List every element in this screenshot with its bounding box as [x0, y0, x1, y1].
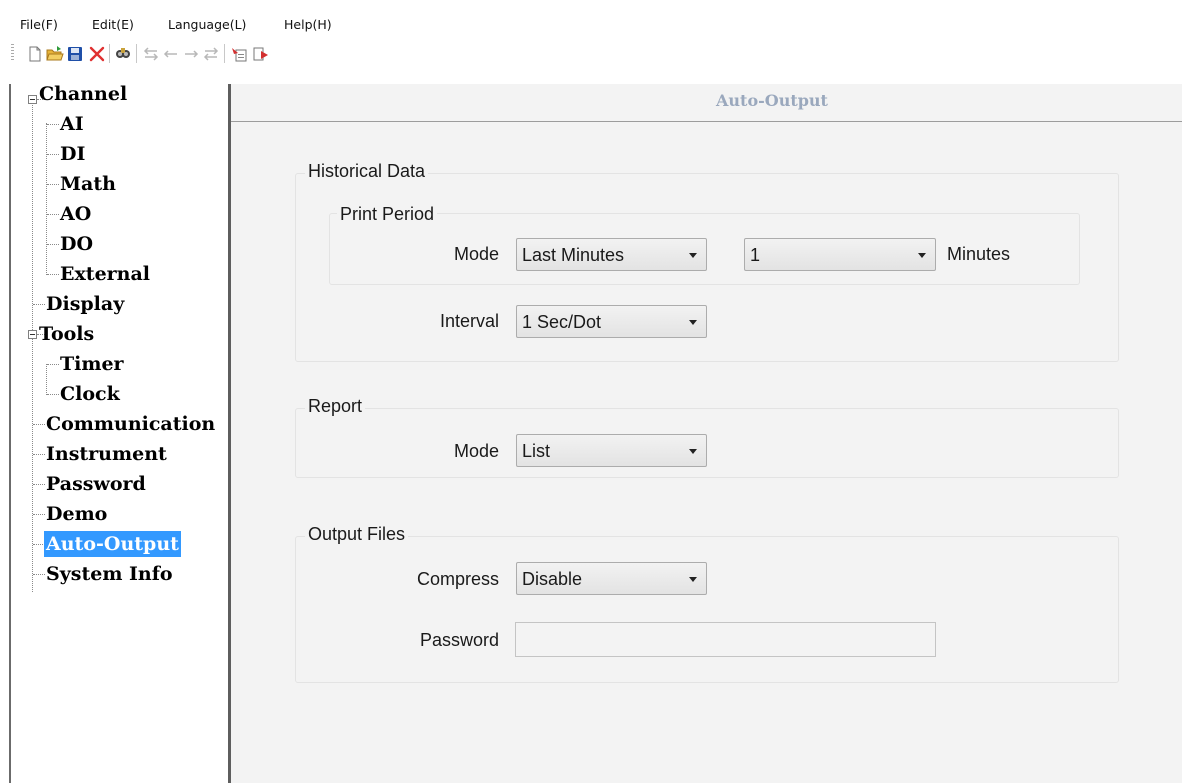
tree-item-channel[interactable]: Channel	[37, 81, 129, 107]
move-all-left-icon[interactable]	[142, 45, 160, 63]
tree-item-ao[interactable]: AO	[58, 201, 93, 227]
compress-label: Compress	[416, 569, 499, 589]
report-mode-label: Mode	[453, 441, 499, 461]
tree-item-clock[interactable]: Clock	[58, 381, 122, 407]
report-title: Report	[305, 395, 366, 417]
upload-icon[interactable]	[252, 45, 270, 63]
menu-language[interactable]: Language(L)	[168, 17, 246, 32]
print-unit-label: Minutes	[947, 244, 1011, 264]
tree-item-demo[interactable]: Demo	[44, 501, 109, 527]
collapse-icon[interactable]	[28, 330, 37, 339]
tree-item-tools[interactable]: Tools	[37, 321, 96, 347]
tree-item-instrument[interactable]: Instrument	[44, 441, 169, 467]
report-group	[295, 408, 1119, 478]
tree-item-timer[interactable]: Timer	[58, 351, 126, 377]
move-right-icon[interactable]	[182, 45, 200, 63]
chevron-down-icon	[918, 253, 926, 258]
tree-item-system-info[interactable]: System Info	[44, 561, 175, 587]
tree-item-di[interactable]: DI	[58, 141, 87, 167]
tree-item-math[interactable]: Math	[58, 171, 118, 197]
panel-header: Auto-Output	[231, 84, 1182, 122]
print-count-select[interactable]: 1	[744, 238, 936, 271]
compress-select[interactable]: Disable	[516, 562, 707, 595]
output-files-group	[295, 536, 1119, 683]
interval-select[interactable]: 1 Sec/Dot	[516, 305, 707, 338]
toolbar-grip[interactable]	[11, 44, 14, 62]
move-all-right-icon[interactable]	[202, 45, 220, 63]
tree-item-password[interactable]: Password	[44, 471, 148, 497]
download-icon[interactable]	[230, 45, 248, 63]
print-period-title: Print Period	[337, 203, 438, 225]
password-label: Password	[419, 630, 499, 650]
tree-item-external[interactable]: External	[58, 261, 152, 287]
tree-item-display[interactable]: Display	[44, 291, 126, 317]
collapse-icon[interactable]	[28, 95, 37, 104]
chevron-down-icon	[689, 449, 697, 454]
print-mode-value: Last Minutes	[522, 245, 625, 265]
find-icon[interactable]	[114, 45, 132, 63]
interval-value: 1 Sec/Dot	[522, 312, 602, 332]
menu-bar: File(F) Edit(E) Language(L) Help(H)	[0, 0, 1182, 38]
new-file-icon[interactable]	[26, 45, 44, 63]
toolbar-separator	[224, 44, 225, 63]
interval-label: Interval	[439, 311, 499, 331]
chevron-down-icon	[689, 253, 697, 258]
toolbar-separator	[109, 44, 110, 63]
menu-edit[interactable]: Edit(E)	[92, 17, 134, 32]
tree-item-do[interactable]: DO	[58, 231, 95, 257]
print-mode-label: Mode	[453, 244, 499, 264]
print-count-value: 1	[750, 245, 761, 265]
menu-file[interactable]: File(F)	[20, 17, 58, 32]
password-input[interactable]	[515, 622, 936, 657]
chevron-down-icon	[689, 577, 697, 582]
tree-connector	[46, 364, 47, 395]
tree-connector	[32, 99, 33, 592]
settings-tree: Channel AI DI Math AO DO External Displa…	[11, 81, 228, 783]
save-icon[interactable]	[66, 45, 84, 63]
toolbar-separator	[136, 44, 137, 63]
historical-data-title: Historical Data	[305, 160, 429, 182]
print-mode-select[interactable]: Last Minutes	[516, 238, 707, 271]
report-mode-select[interactable]: List	[516, 434, 707, 467]
chevron-down-icon	[689, 320, 697, 325]
output-files-title: Output Files	[305, 523, 409, 545]
delete-icon[interactable]	[88, 45, 106, 63]
open-folder-icon[interactable]	[46, 45, 64, 63]
settings-panel: Auto-Output Historical Data Print Period…	[231, 84, 1182, 783]
menu-help[interactable]: Help(H)	[284, 17, 332, 32]
tree-item-ai[interactable]: AI	[58, 111, 86, 137]
tree-item-communication[interactable]: Communication	[44, 411, 217, 437]
tree-item-auto-output[interactable]: Auto-Output	[44, 531, 181, 557]
header-divider	[231, 121, 1182, 122]
toolbar	[0, 38, 1182, 68]
tree-connector	[46, 123, 47, 275]
panel-title: Auto-Output	[716, 91, 828, 110]
compress-value: Disable	[522, 569, 583, 589]
report-mode-value: List	[522, 441, 551, 461]
move-left-icon[interactable]	[162, 45, 180, 63]
